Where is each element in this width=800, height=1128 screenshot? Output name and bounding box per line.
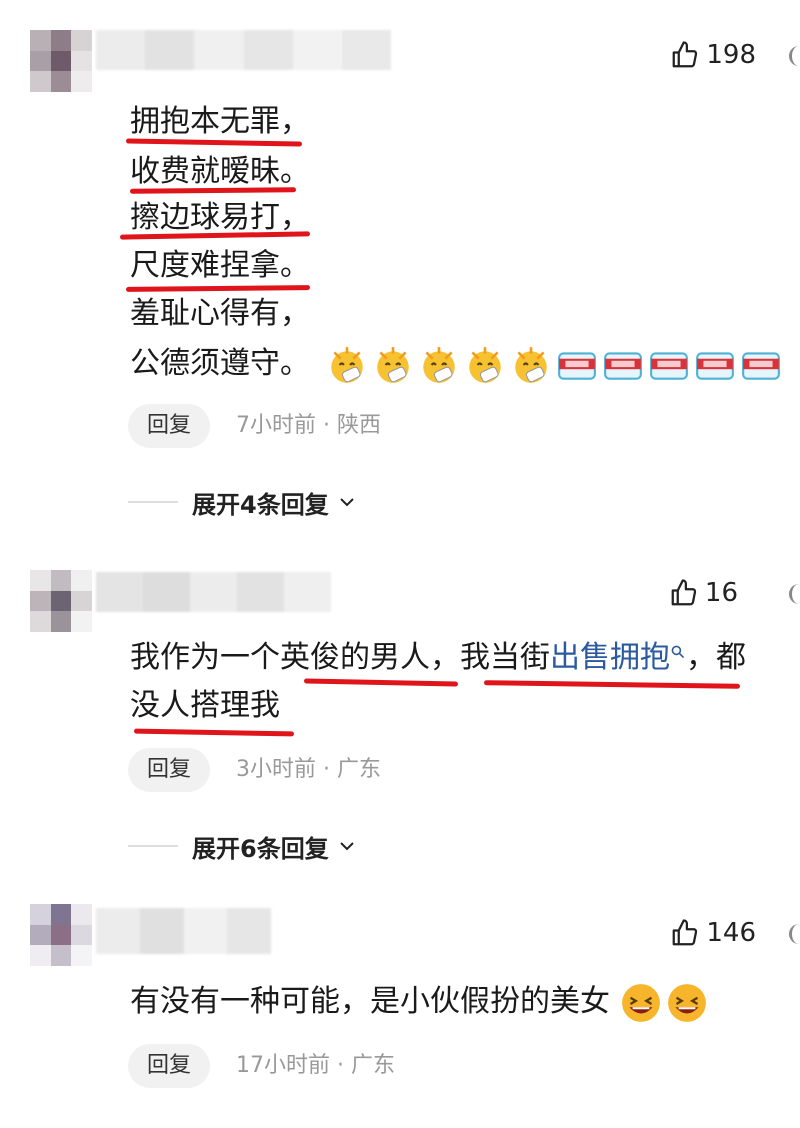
detergent-emoji (557, 351, 596, 380)
comment-text: ，都 (686, 640, 746, 675)
like-count: 146 (706, 918, 756, 948)
comment-text-line: 公德须遵守。 (130, 342, 786, 386)
like-count: 16 (704, 578, 738, 608)
reply-button[interactable]: 回复 (128, 1044, 210, 1088)
underline-mark (133, 728, 295, 737)
reply-button[interactable]: 回复 (128, 404, 210, 448)
laughing-emoji (621, 983, 660, 1022)
search-link-label: 出售拥抱 (550, 640, 670, 675)
cheer-emoji (422, 346, 455, 383)
expand-replies-button[interactable]: 展开6条回复 (128, 826, 357, 866)
underline-mark (483, 680, 741, 689)
comment-text-line: 拥抱本无罪， (130, 104, 310, 139)
divider (128, 501, 178, 503)
username-blurred[interactable] (96, 30, 392, 70)
expand-replies-button[interactable]: 展开4条回复 (128, 482, 357, 522)
comment-text: 公德须遵守。 (130, 346, 310, 381)
comment-text: 有没有一种可能，是小伙假扮的美女 (130, 984, 610, 1019)
search-link[interactable]: 出售拥抱 (550, 640, 686, 675)
thumbs-up-icon (671, 579, 697, 606)
emoji-row (326, 346, 786, 383)
detergent-emoji (695, 351, 734, 380)
comment-text-line: 尺度难捏拿。 (130, 248, 310, 283)
avatar[interactable] (30, 570, 92, 632)
reply-button[interactable]: 回复 (128, 748, 210, 792)
thumbs-up-icon (672, 919, 698, 946)
comment-text: 我作为一个英俊的男人，我当街 (130, 640, 550, 675)
underline-mark (125, 285, 311, 292)
avatar[interactable] (30, 30, 92, 92)
laughing-emoji (667, 983, 706, 1022)
comment-text-line: 我作为一个英俊的男人，我当街出售拥抱 ，都 (130, 636, 746, 680)
edge-icon (789, 584, 800, 604)
like-button[interactable]: 198 (670, 40, 756, 70)
detergent-emoji (649, 351, 688, 380)
expand-replies-label: 展开4条回复 (192, 490, 329, 519)
username-blurred[interactable] (96, 908, 271, 954)
expand-replies-label: 展开6条回复 (192, 834, 329, 863)
divider (128, 845, 178, 847)
like-button[interactable]: 146 (670, 918, 756, 948)
detergent-emoji (603, 351, 642, 380)
cheer-emoji (330, 346, 363, 383)
username-blurred[interactable] (96, 572, 331, 612)
comment-text-line: 有没有一种可能，是小伙假扮的美女 (130, 980, 712, 1024)
search-icon (671, 645, 685, 659)
edge-icon (789, 46, 800, 66)
chevron-down-icon (339, 498, 354, 507)
like-button[interactable]: 16 (669, 578, 738, 608)
cheer-emoji (514, 346, 547, 383)
comment-2: 16 我作为一个英俊的男人，我当街出售拥抱 ，都 没人搭理我 回复 3小时前 · … (0, 540, 800, 890)
avatar[interactable] (30, 904, 92, 966)
comment-meta: 3小时前 · 广东 (236, 757, 381, 782)
comment-text-line: 羞耻心得有， (130, 296, 310, 331)
edge-icon (789, 924, 800, 944)
comment-text-line: 没人搭理我 (130, 688, 280, 723)
detergent-emoji (741, 351, 780, 380)
comment-3: 146 有没有一种可能，是小伙假扮的美女 回复 17小时前 · 广东 (0, 890, 800, 1128)
chevron-down-icon (339, 842, 354, 851)
comment-meta: 17小时前 · 广东 (236, 1053, 395, 1078)
cheer-emoji (468, 346, 501, 383)
cheer-emoji (376, 346, 409, 383)
like-count: 198 (706, 40, 756, 70)
comment-meta: 7小时前 · 陕西 (236, 413, 381, 438)
comment-1: 198 拥抱本无罪， 收费就暧昧。 擦边球易打， 尺度难捏拿。 羞耻心得有， 公… (0, 0, 800, 540)
thumbs-up-icon (672, 41, 698, 68)
